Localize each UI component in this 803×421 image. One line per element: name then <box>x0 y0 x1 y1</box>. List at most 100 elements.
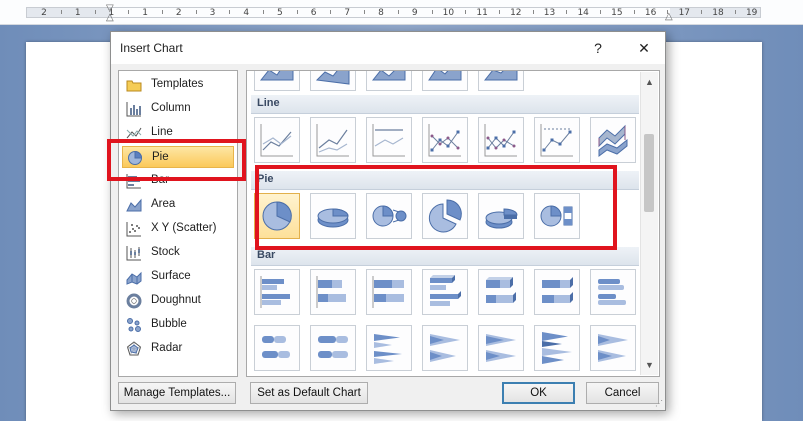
chart-thumb-100-stacked-line[interactable] <box>366 117 412 163</box>
chart-thumb-pie-of-pie[interactable] <box>366 193 412 239</box>
chart-thumb-exploded-3d-pie[interactable] <box>478 193 524 239</box>
scrollbar-thumb[interactable] <box>644 134 654 212</box>
ruler-number: 6 <box>310 8 317 18</box>
chart-thumb-bar-of-pie[interactable] <box>534 193 580 239</box>
chart-type-label: Radar <box>151 342 183 354</box>
chart-thumb-3d-line[interactable] <box>590 117 636 163</box>
cancel-button[interactable]: Cancel <box>586 382 659 404</box>
ruler-tick <box>364 10 366 14</box>
help-button[interactable]: ? <box>588 38 608 58</box>
chart-thumb-area-1[interactable] <box>254 71 300 91</box>
chart-type-pie[interactable]: Pie <box>122 146 234 168</box>
chart-thumb-3d-pie[interactable] <box>310 193 356 239</box>
chart-thumb-stacked-line[interactable] <box>310 117 356 163</box>
chart-thumb-3d-clustered-bar[interactable] <box>422 269 468 315</box>
ruler-number: 16 <box>644 8 657 18</box>
left-indent-marker[interactable]: △ <box>106 13 114 23</box>
ruler-tick <box>498 10 500 14</box>
ruler-number: 9 <box>411 8 418 18</box>
chart-thumb-100-stacked-cylinder[interactable] <box>310 325 356 371</box>
ruler-number: 2 <box>175 8 182 18</box>
manage-templates-button[interactable]: Manage Templates... <box>118 382 236 404</box>
chart-thumb-area-3[interactable] <box>366 71 412 91</box>
chart-thumb-clustered-pyramid[interactable] <box>534 325 580 371</box>
chart-thumb-line[interactable] <box>254 117 300 163</box>
ruler-tick <box>532 10 534 14</box>
ruler-tick <box>128 10 130 14</box>
chart-thumb-100-stacked-bar[interactable] <box>366 269 412 315</box>
close-button[interactable]: ✕ <box>634 38 654 58</box>
chart-type-scatter[interactable]: X Y (Scatter) <box>122 218 234 240</box>
ruler-tick <box>263 10 265 14</box>
section-header-line: Line <box>251 95 639 114</box>
chart-type-list: Templates Column Line Pie Bar Area X Y (… <box>118 70 238 377</box>
ruler-tick <box>633 10 635 14</box>
chart-thumb-area-5[interactable] <box>478 71 524 91</box>
chart-thumb-3d-stacked-bar[interactable] <box>478 269 524 315</box>
ruler-number: 12 <box>510 8 522 18</box>
right-indent-marker[interactable]: △ <box>665 12 673 22</box>
scatter-chart-icon <box>126 222 141 237</box>
chart-type-templates[interactable]: Templates <box>122 74 234 96</box>
chart-thumb-stacked-bar[interactable] <box>310 269 356 315</box>
chart-thumb-clustered-cylinder[interactable] <box>590 269 636 315</box>
ruler-number: 13 <box>543 8 556 18</box>
ruler-tick <box>600 10 602 14</box>
ruler-number: 17 <box>678 8 691 18</box>
stock-chart-icon <box>126 246 141 261</box>
chart-type-column[interactable]: Column <box>122 98 234 120</box>
chart-type-bar[interactable]: Bar <box>122 170 234 192</box>
chart-gallery[interactable]: Line Pie Bar ▲ ▼ <box>246 70 660 377</box>
chart-thumb-100-stacked-cone[interactable] <box>478 325 524 371</box>
chart-type-doughnut[interactable]: Doughnut <box>122 290 234 312</box>
set-default-chart-button[interactable]: Set as Default Chart <box>250 382 368 404</box>
chart-thumb-pie[interactable] <box>254 193 300 239</box>
ruler-number: 1 <box>74 8 81 18</box>
ruler-number: 14 <box>577 8 589 18</box>
chart-thumb-area-2[interactable] <box>310 71 356 91</box>
pie-chart-icon <box>128 150 143 165</box>
area-chart-icon <box>126 198 142 212</box>
chart-type-label: Bubble <box>151 318 187 330</box>
chart-type-area[interactable]: Area <box>122 194 234 216</box>
chart-type-label: Column <box>151 102 191 114</box>
scroll-down-arrow-icon[interactable]: ▼ <box>641 357 658 373</box>
scroll-up-arrow-icon[interactable]: ▲ <box>641 74 658 90</box>
ruler-tick <box>465 10 467 14</box>
ruler-number: 8 <box>378 8 384 18</box>
chart-thumb-100-line-markers[interactable] <box>534 117 580 163</box>
chart-type-radar[interactable]: Radar <box>122 338 234 360</box>
chart-type-line[interactable]: Line <box>122 122 234 144</box>
chart-thumb-stacked-pyramid[interactable] <box>590 325 636 371</box>
chart-type-label: Pie <box>152 151 169 163</box>
chart-thumb-area-4[interactable] <box>422 71 468 91</box>
resize-grip-icon[interactable]: ⋰ <box>655 399 663 408</box>
folder-icon <box>126 80 142 92</box>
bubble-chart-icon <box>127 318 141 332</box>
chart-thumb-clustered-bar[interactable] <box>254 269 300 315</box>
chart-thumb-stacked-cone[interactable] <box>422 325 468 371</box>
section-header-pie: Pie <box>251 171 639 190</box>
chart-thumb-clustered-cone[interactable] <box>366 325 412 371</box>
chart-thumb-line-markers[interactable] <box>422 117 468 163</box>
ruler-tick <box>734 10 736 14</box>
ruler-number: 11 <box>476 8 488 18</box>
ruler-tick <box>330 10 332 14</box>
chart-thumb-stacked-line-markers[interactable] <box>478 117 524 163</box>
chart-thumb-exploded-pie[interactable] <box>422 193 468 239</box>
chart-thumb-stacked-cylinder[interactable] <box>254 325 300 371</box>
line-chart-icon <box>126 127 142 139</box>
ok-button[interactable]: OK <box>502 382 575 404</box>
dialog-title: Insert Chart <box>120 41 183 55</box>
horizontal-ruler[interactable]: 2 1 1 1 2 3 4 5 6 7 8 9 10 11 12 13 14 15 16 17 18 19 ▽ △ △ <box>0 0 803 25</box>
chart-type-bubble[interactable]: Bubble <box>122 314 234 336</box>
gallery-scrollbar[interactable]: ▲ ▼ <box>640 72 658 375</box>
ruler-tick <box>195 10 197 14</box>
dialog-titlebar[interactable]: Insert Chart ? ✕ <box>111 32 665 64</box>
ruler-number: 4 <box>243 8 250 18</box>
ruler-tick <box>397 10 399 14</box>
chart-thumb-3d-100-stacked-bar[interactable] <box>534 269 580 315</box>
radar-chart-icon <box>126 341 142 356</box>
chart-type-surface[interactable]: Surface <box>122 266 234 288</box>
chart-type-stock[interactable]: Stock <box>122 242 234 264</box>
